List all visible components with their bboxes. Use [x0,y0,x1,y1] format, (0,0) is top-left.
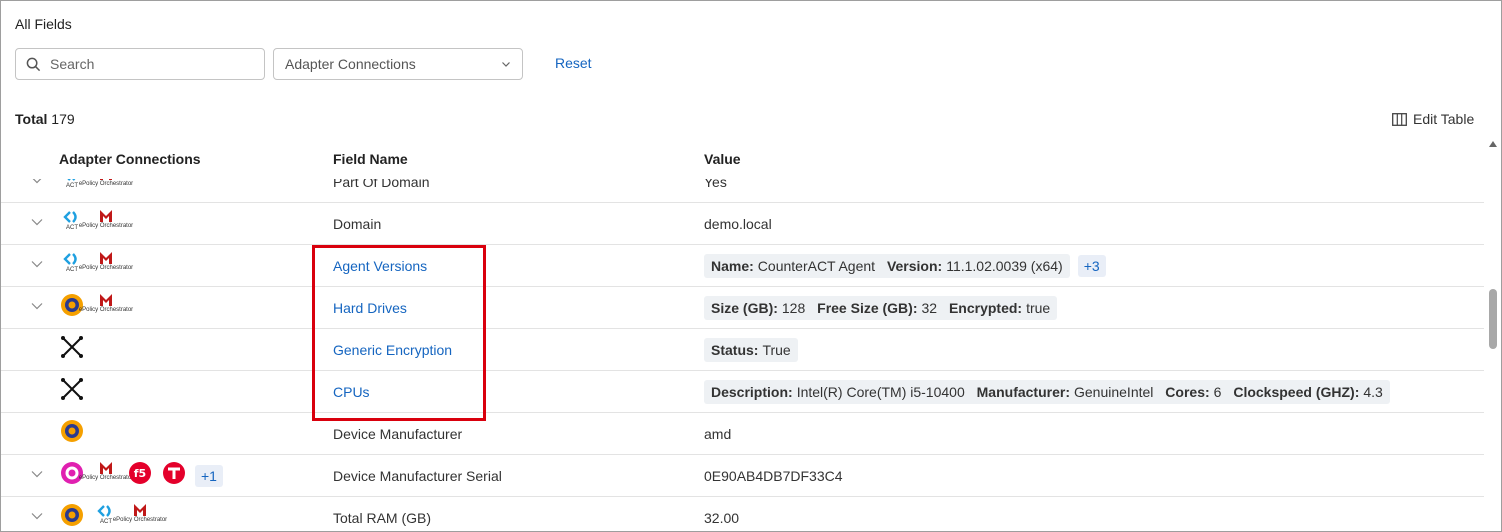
chip-value: CounterACT Agent [757,258,876,274]
chip-key: Cores: [1165,384,1210,400]
value-chip: Name: CounterACT Agent Version: 11.1.02.00… [704,254,1070,278]
value-chip: Status: True [704,338,798,362]
chip-key: Status: [711,342,759,358]
mcafee-epo-logo: ePolicy Orchestrator [79,461,133,491]
total-label: Total [15,111,48,127]
vendor-circle-logo [59,419,85,449]
select-value: Adapter Connections [285,56,416,72]
chevron-down-icon[interactable] [31,179,43,184]
field-value: Yes [704,179,727,190]
chevron-down-icon[interactable] [31,470,43,478]
chip-key: Description: [711,384,793,400]
chip-value: 4.3 [1363,384,1383,400]
chevron-down-icon[interactable] [31,512,43,520]
mcafee-epo-logo: ePolicy Orchestrator [79,179,133,197]
edit-table-label: Edit Table [1413,111,1475,127]
chip-key: Encrypted: [948,300,1023,316]
table-row[interactable]: ePolicy Orchestrator f5 +1 Device Manufa… [1,455,1484,497]
field-name-link-hard-drives[interactable]: Hard Drives [333,300,407,316]
red-t-logo [161,461,187,491]
vertical-scrollbar[interactable] [1486,137,1500,531]
table-row[interactable]: Generic Encryption Status: True [1,329,1484,371]
chip-key: Manufacturer: [976,384,1070,400]
vendor-circle-logo [59,503,85,531]
column-header-field-name[interactable]: Field Name [333,151,408,167]
field-value: 32.00 [704,510,740,526]
columns-icon [1392,112,1407,126]
reset-button[interactable]: Reset [555,55,592,71]
scrollbar-thumb[interactable] [1489,289,1497,349]
panel-title: All Fields [15,16,72,32]
value-chip: Size (GB): 128 Free Size (GB): 32 Encrypte… [704,296,1058,320]
field-name-link-generic-encryption[interactable]: Generic Encryption [333,342,452,358]
svg-text:f5: f5 [134,467,146,480]
table-row[interactable]: CPUs Description: Intel(R) Core(TM) i5-10… [1,371,1484,413]
chip-value: True [762,342,791,358]
edit-table-button[interactable]: Edit Table [1392,111,1474,127]
chip-key: Name: [711,258,754,274]
chevron-down-icon[interactable] [31,260,43,268]
field-value: demo.local [704,216,772,232]
chip-key: Free Size (GB): [817,300,918,316]
x-cross-logo [59,335,85,365]
search-input[interactable] [50,56,250,72]
field-name: Domain [333,216,382,232]
field-value: 0E90AB4DB7DF33C4 [704,468,843,484]
search-box[interactable] [15,48,265,80]
field-name-link-agent-versions[interactable]: Agent Versions [333,258,427,274]
table-row[interactable]: Device Manufacturer amd [1,413,1484,455]
adapter-connections-select[interactable]: Adapter Connections [273,48,523,80]
total-value: 179 [51,111,75,127]
total-count: Total 179 [15,111,75,127]
scroll-up-arrow-icon[interactable] [1489,141,1497,147]
table-row[interactable]: ePolicy Orchestrator Hard Drives Size (G… [1,287,1484,329]
chip-value: Intel(R) Core(TM) i5-10400 [796,384,965,400]
chip-value: 128 [781,300,806,316]
table-row[interactable]: ACT ePolicy Orchestrator Total RAM (GB) … [1,497,1484,531]
table-row[interactable]: ACT ePolicy Orchestrator Agent Versions … [1,245,1484,287]
chevron-down-icon[interactable] [31,218,43,226]
mcafee-epo-logo: ePolicy Orchestrator [113,503,167,531]
column-header-value[interactable]: Value [704,151,741,167]
chip-key: Clockspeed (GHZ): [1233,384,1360,400]
chevron-down-icon[interactable] [31,302,43,310]
chip-value: GenuineIntel [1074,384,1154,400]
field-value: amd [704,426,732,442]
table-body: ACT ePolicy Orchestrator Part Of Domain … [1,179,1484,531]
column-header-adapter-connections[interactable]: Adapter Connections [59,151,201,167]
chip-value: 11.1.02.0039 (x64) [946,258,1063,274]
more-adapters-badge[interactable]: +1 [195,465,223,487]
chip-value: 32 [921,300,938,316]
field-name: Device Manufacturer Serial [333,468,502,484]
x-cross-logo [59,377,85,407]
field-name: Part Of Domain [333,179,430,190]
field-name: Device Manufacturer [333,426,463,442]
more-values-badge[interactable]: +3 [1077,255,1106,277]
f5-logo: f5 [127,461,153,491]
table-row[interactable]: ACT ePolicy Orchestrator Domain demo.loc… [1,203,1484,245]
chip-value: 6 [1213,384,1222,400]
value-chip: Description: Intel(R) Core(TM) i5-10400 M… [704,380,1390,404]
table-header: Adapter Connections Field Name Value [1,141,1484,179]
chip-key: Version: [886,258,943,274]
chevron-down-icon [502,62,510,67]
table-row[interactable]: ACT ePolicy Orchestrator Part Of Domain … [1,179,1484,203]
search-icon [26,57,41,71]
all-fields-panel: All Fields Adapter Connections Reset Tot… [0,0,1502,532]
chip-value: true [1026,300,1051,316]
field-name: Total RAM (GB) [333,510,432,526]
mcafee-epo-logo: ePolicy Orchestrator [79,293,133,323]
mcafee-epo-logo: ePolicy Orchestrator [79,251,133,281]
mcafee-epo-logo: ePolicy Orchestrator [79,209,133,239]
field-name-link-cpus[interactable]: CPUs [333,384,370,400]
chip-key: Size (GB): [711,300,778,316]
